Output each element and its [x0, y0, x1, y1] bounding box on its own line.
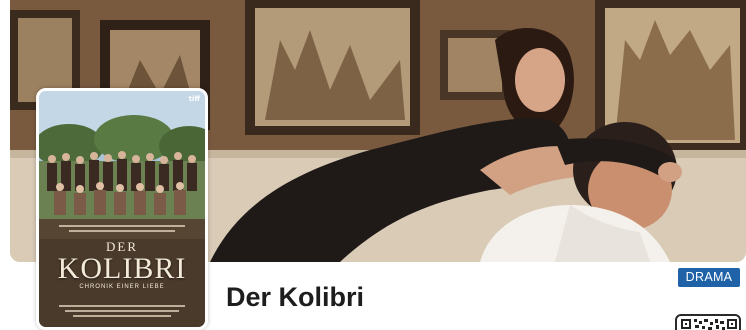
- poster-tagline: CHRONIK EINER LIEBE: [79, 284, 165, 290]
- movie-poster[interactable]: tiff DER KOLIBRI CHRONIK EINER LIEBE: [36, 88, 208, 330]
- movie-title: Der Kolibri: [226, 282, 365, 312]
- movie-detail-page: tiff DER KOLIBRI CHRONIK EINER LIEBE Der…: [0, 0, 746, 330]
- genre-badge[interactable]: DRAMA: [678, 268, 740, 287]
- qr-code-pattern: [681, 319, 737, 330]
- festival-badge: tiff: [188, 95, 200, 103]
- qr-code-icon[interactable]: [675, 314, 741, 330]
- poster-illustration: [39, 91, 205, 327]
- poster-title: KOLIBRI: [57, 252, 187, 285]
